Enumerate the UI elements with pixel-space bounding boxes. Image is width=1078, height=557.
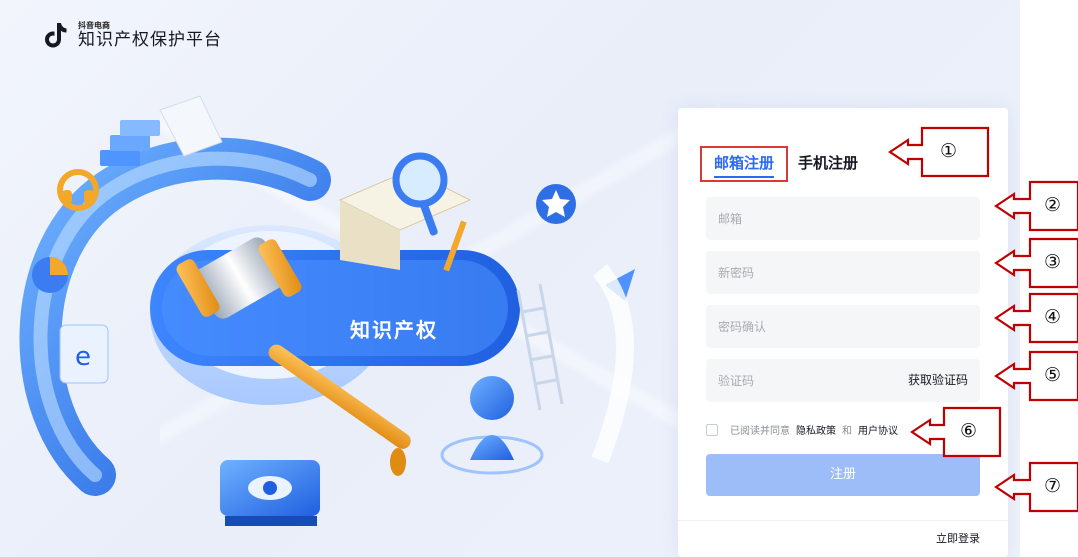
annotation-6: ⑥ bbox=[960, 420, 978, 442]
annotation-1: ① bbox=[940, 140, 958, 162]
annotation-5: ⑤ bbox=[1044, 364, 1062, 386]
annotation-7: ⑦ bbox=[1044, 475, 1062, 497]
annotation-labels: ① ② ③ ④ ⑤ ⑥ ⑦ bbox=[0, 0, 1078, 557]
annotation-4: ④ bbox=[1044, 306, 1062, 328]
annotation-3: ③ bbox=[1044, 251, 1062, 273]
annotation-2: ② bbox=[1044, 194, 1062, 216]
